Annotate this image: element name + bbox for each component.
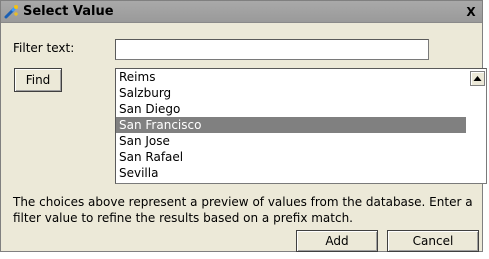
- list-item[interactable]: Salzburg: [116, 85, 466, 101]
- filter-text-label: Filter text:: [13, 41, 75, 55]
- vertical-scrollbar[interactable]: [469, 69, 486, 183]
- values-list: Reims Salzburg San Diego San Francisco San J…: [116, 69, 486, 181]
- list-item[interactable]: San Jose: [116, 133, 466, 149]
- filter-text-input[interactable]: [115, 39, 429, 60]
- cancel-button[interactable]: Cancel: [387, 230, 479, 252]
- list-item[interactable]: San Diego: [116, 101, 466, 117]
- dialog-title: Select Value: [23, 4, 114, 19]
- wand-icon: [4, 4, 20, 20]
- select-value-dialog: Select Value X Filter text: Find Reims Sa…: [0, 0, 487, 252]
- scroll-up-button[interactable]: [470, 71, 485, 86]
- scroll-up-arrow-icon: [473, 76, 482, 81]
- list-item[interactable]: Sevilla: [116, 165, 466, 181]
- add-button[interactable]: Add: [296, 230, 378, 252]
- list-item[interactable]: San Francisco: [116, 117, 466, 133]
- values-listbox[interactable]: Reims Salzburg San Diego San Francisco San J…: [115, 68, 487, 184]
- description-text: The choices above represent a preview of…: [13, 195, 473, 225]
- find-button[interactable]: Find: [14, 68, 62, 92]
- title-bar[interactable]: Select Value X: [1, 1, 482, 23]
- close-icon[interactable]: X: [464, 5, 478, 19]
- list-item[interactable]: Reims: [116, 69, 466, 85]
- list-item[interactable]: San Rafael: [116, 149, 466, 165]
